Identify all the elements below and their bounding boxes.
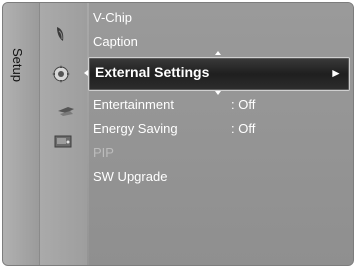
menu-item-pip: PIP (93, 145, 114, 160)
picture-icon[interactable] (50, 23, 72, 45)
energy-saving-value: : Off (231, 121, 256, 136)
entertainment-value: : Off (231, 97, 256, 112)
setup-gear-icon[interactable] (50, 63, 72, 85)
submenu-arrow-icon: ► (330, 66, 342, 80)
menu-item-energy-saving[interactable]: Energy Saving (93, 121, 178, 136)
tv-menu-screen: Setup V-Chip Caption External Settings ►… (0, 0, 354, 269)
external-settings-label: External Settings (95, 64, 210, 80)
scroll-up-icon (215, 51, 221, 55)
scroll-down-icon (215, 91, 221, 95)
application-icon[interactable] (52, 130, 74, 152)
menu-item-entertainment[interactable]: Entertainment (93, 97, 174, 112)
menu-item-v-chip[interactable]: V-Chip (93, 10, 132, 25)
menu-item-caption[interactable]: Caption (93, 34, 138, 49)
menu-item-sw-upgrade[interactable]: SW Upgrade (93, 169, 167, 184)
category-tab: Setup (3, 3, 40, 265)
category-title: Setup (10, 48, 25, 82)
input-icon[interactable] (55, 100, 77, 122)
